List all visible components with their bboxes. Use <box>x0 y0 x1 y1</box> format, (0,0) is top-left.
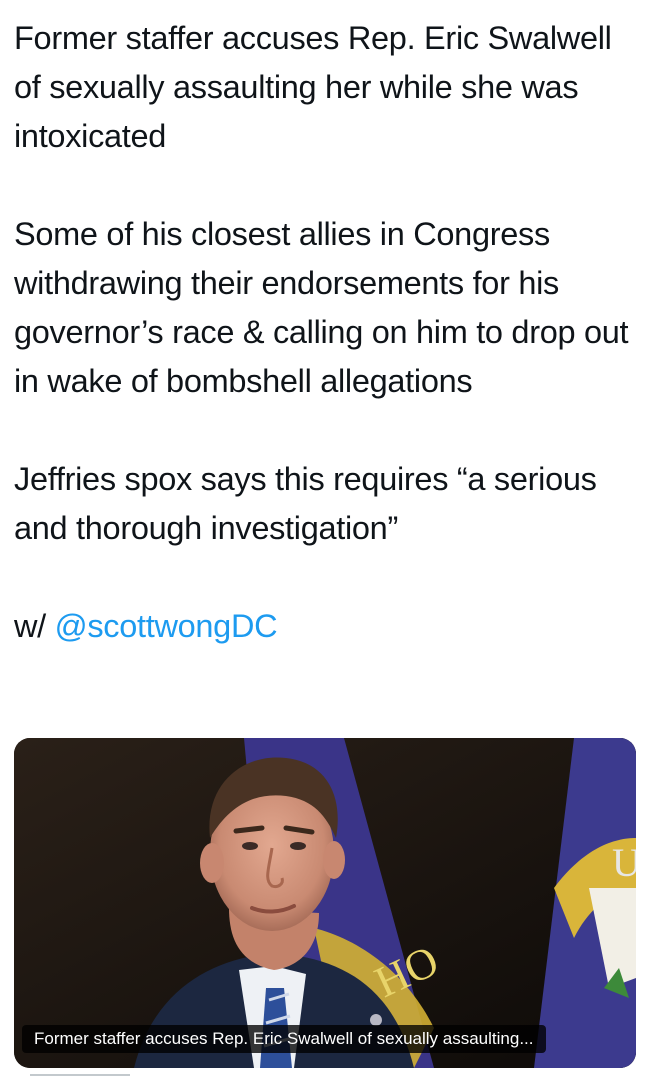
tweet-paragraph-3: Jeffries spox says this requires “a seri… <box>14 461 597 546</box>
card-caption: Former staffer accuses Rep. Eric Swalwel… <box>22 1025 546 1053</box>
svg-text:U: U <box>612 840 636 885</box>
tweet-paragraph-1: Former staffer accuses Rep. Eric Swalwel… <box>14 20 612 154</box>
tweet-paragraph-2: Some of his closest allies in Congress w… <box>14 216 629 399</box>
mention-link[interactable]: @scottwongDC <box>55 608 278 644</box>
link-preview-card[interactable]: U HO <box>14 738 636 1068</box>
card-photo: U HO <box>14 738 636 1068</box>
partial-element-cut-off <box>30 1074 130 1082</box>
tweet-text: Former staffer accuses Rep. Eric Swalwel… <box>14 14 644 651</box>
credit-prefix: w/ <box>14 608 46 644</box>
tweet-credit-line: w/ @scottwongDC <box>14 602 644 651</box>
